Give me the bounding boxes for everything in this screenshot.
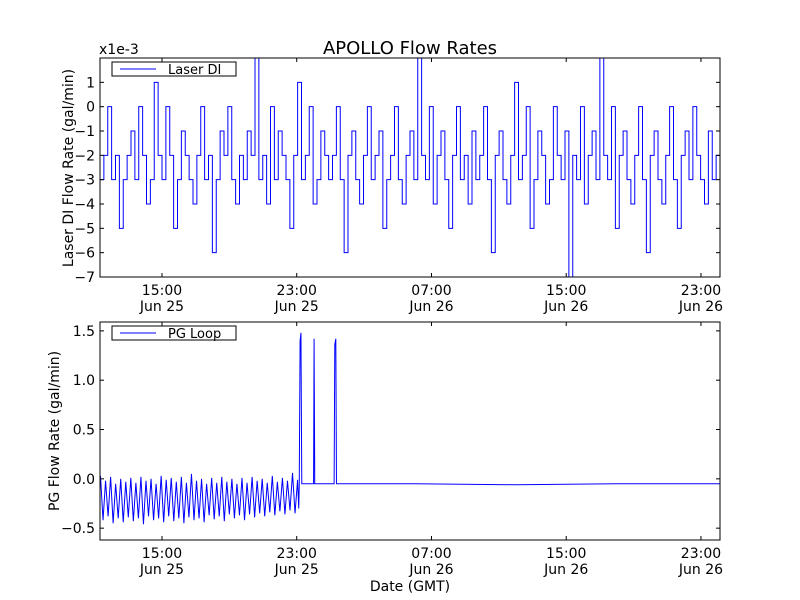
x-tick-label-date: Jun 26 (408, 562, 453, 578)
x-tick-label-date: Jun 26 (678, 299, 723, 315)
y-tick-label: 1.0 (73, 373, 95, 389)
top-ylabel: Laser DI Flow Rate (gal/min) (61, 69, 77, 267)
top-axes: 10−1−2−3−4−5−6−715:00Jun 2523:00Jun 2507… (74, 57, 723, 315)
series-line-pg-loop (100, 332, 720, 525)
x-tick-label-time: 23:00 (277, 283, 317, 299)
y-tick-label: −4 (74, 197, 95, 213)
y-tick-label: −0.5 (61, 521, 95, 537)
x-tick-label-date: Jun 26 (678, 562, 723, 578)
x-tick-label-time: 15:00 (142, 283, 182, 299)
y-tick-label: 0 (86, 100, 95, 116)
x-tick-label-date: Jun 25 (139, 562, 184, 578)
x-tick-label-date: Jun 25 (274, 299, 319, 315)
y-tick-label: 1.5 (73, 324, 95, 340)
x-tick-label-time: 15:00 (142, 546, 182, 562)
y-tick-label: −5 (74, 221, 95, 237)
y-tick-label: 1 (86, 75, 95, 91)
figure: APOLLO Flow Rates x1e-3 Laser DI Flow Ra… (0, 0, 800, 600)
x-tick-label-time: 23:00 (681, 546, 721, 562)
y-tick-label: −2 (74, 148, 95, 164)
x-tick-label-date: Jun 26 (543, 299, 588, 315)
bottom-ylabel: PG Flow Rate (gal/min) (47, 351, 63, 511)
chart-canvas: APOLLO Flow Rates x1e-3 Laser DI Flow Ra… (47, 38, 723, 595)
x-tick-label-time: 07:00 (411, 546, 451, 562)
x-tick-label-date: Jun 25 (139, 299, 184, 315)
x-tick-label-date: Jun 26 (543, 562, 588, 578)
y-scale-label: x1e-3 (99, 42, 139, 58)
bottom-axes: 1.51.00.50.0−0.515:00Jun 2523:00Jun 2507… (61, 321, 723, 578)
y-tick-label: 0.0 (73, 472, 95, 488)
x-tick-label-date: Jun 25 (274, 562, 319, 578)
y-tick-label: −3 (74, 173, 95, 189)
x-tick-label-time: 07:00 (411, 283, 451, 299)
x-tick-label-time: 23:00 (681, 283, 721, 299)
x-tick-label-time: 15:00 (546, 283, 586, 299)
y-tick-label: −1 (74, 124, 95, 140)
x-tick-label-time: 23:00 (277, 546, 317, 562)
legend-label: PG Loop (168, 327, 221, 342)
legend-label: Laser DI (168, 63, 221, 78)
chart-title: APOLLO Flow Rates (323, 38, 497, 59)
y-tick-label: −7 (74, 270, 95, 286)
y-tick-label: −6 (74, 246, 95, 262)
x-tick-label-time: 15:00 (546, 546, 586, 562)
y-tick-label: 0.5 (73, 423, 95, 439)
series-line-laser-di (100, 58, 720, 277)
x-tick-label-date: Jun 26 (408, 299, 453, 315)
bottom-xlabel: Date (GMT) (370, 579, 450, 595)
